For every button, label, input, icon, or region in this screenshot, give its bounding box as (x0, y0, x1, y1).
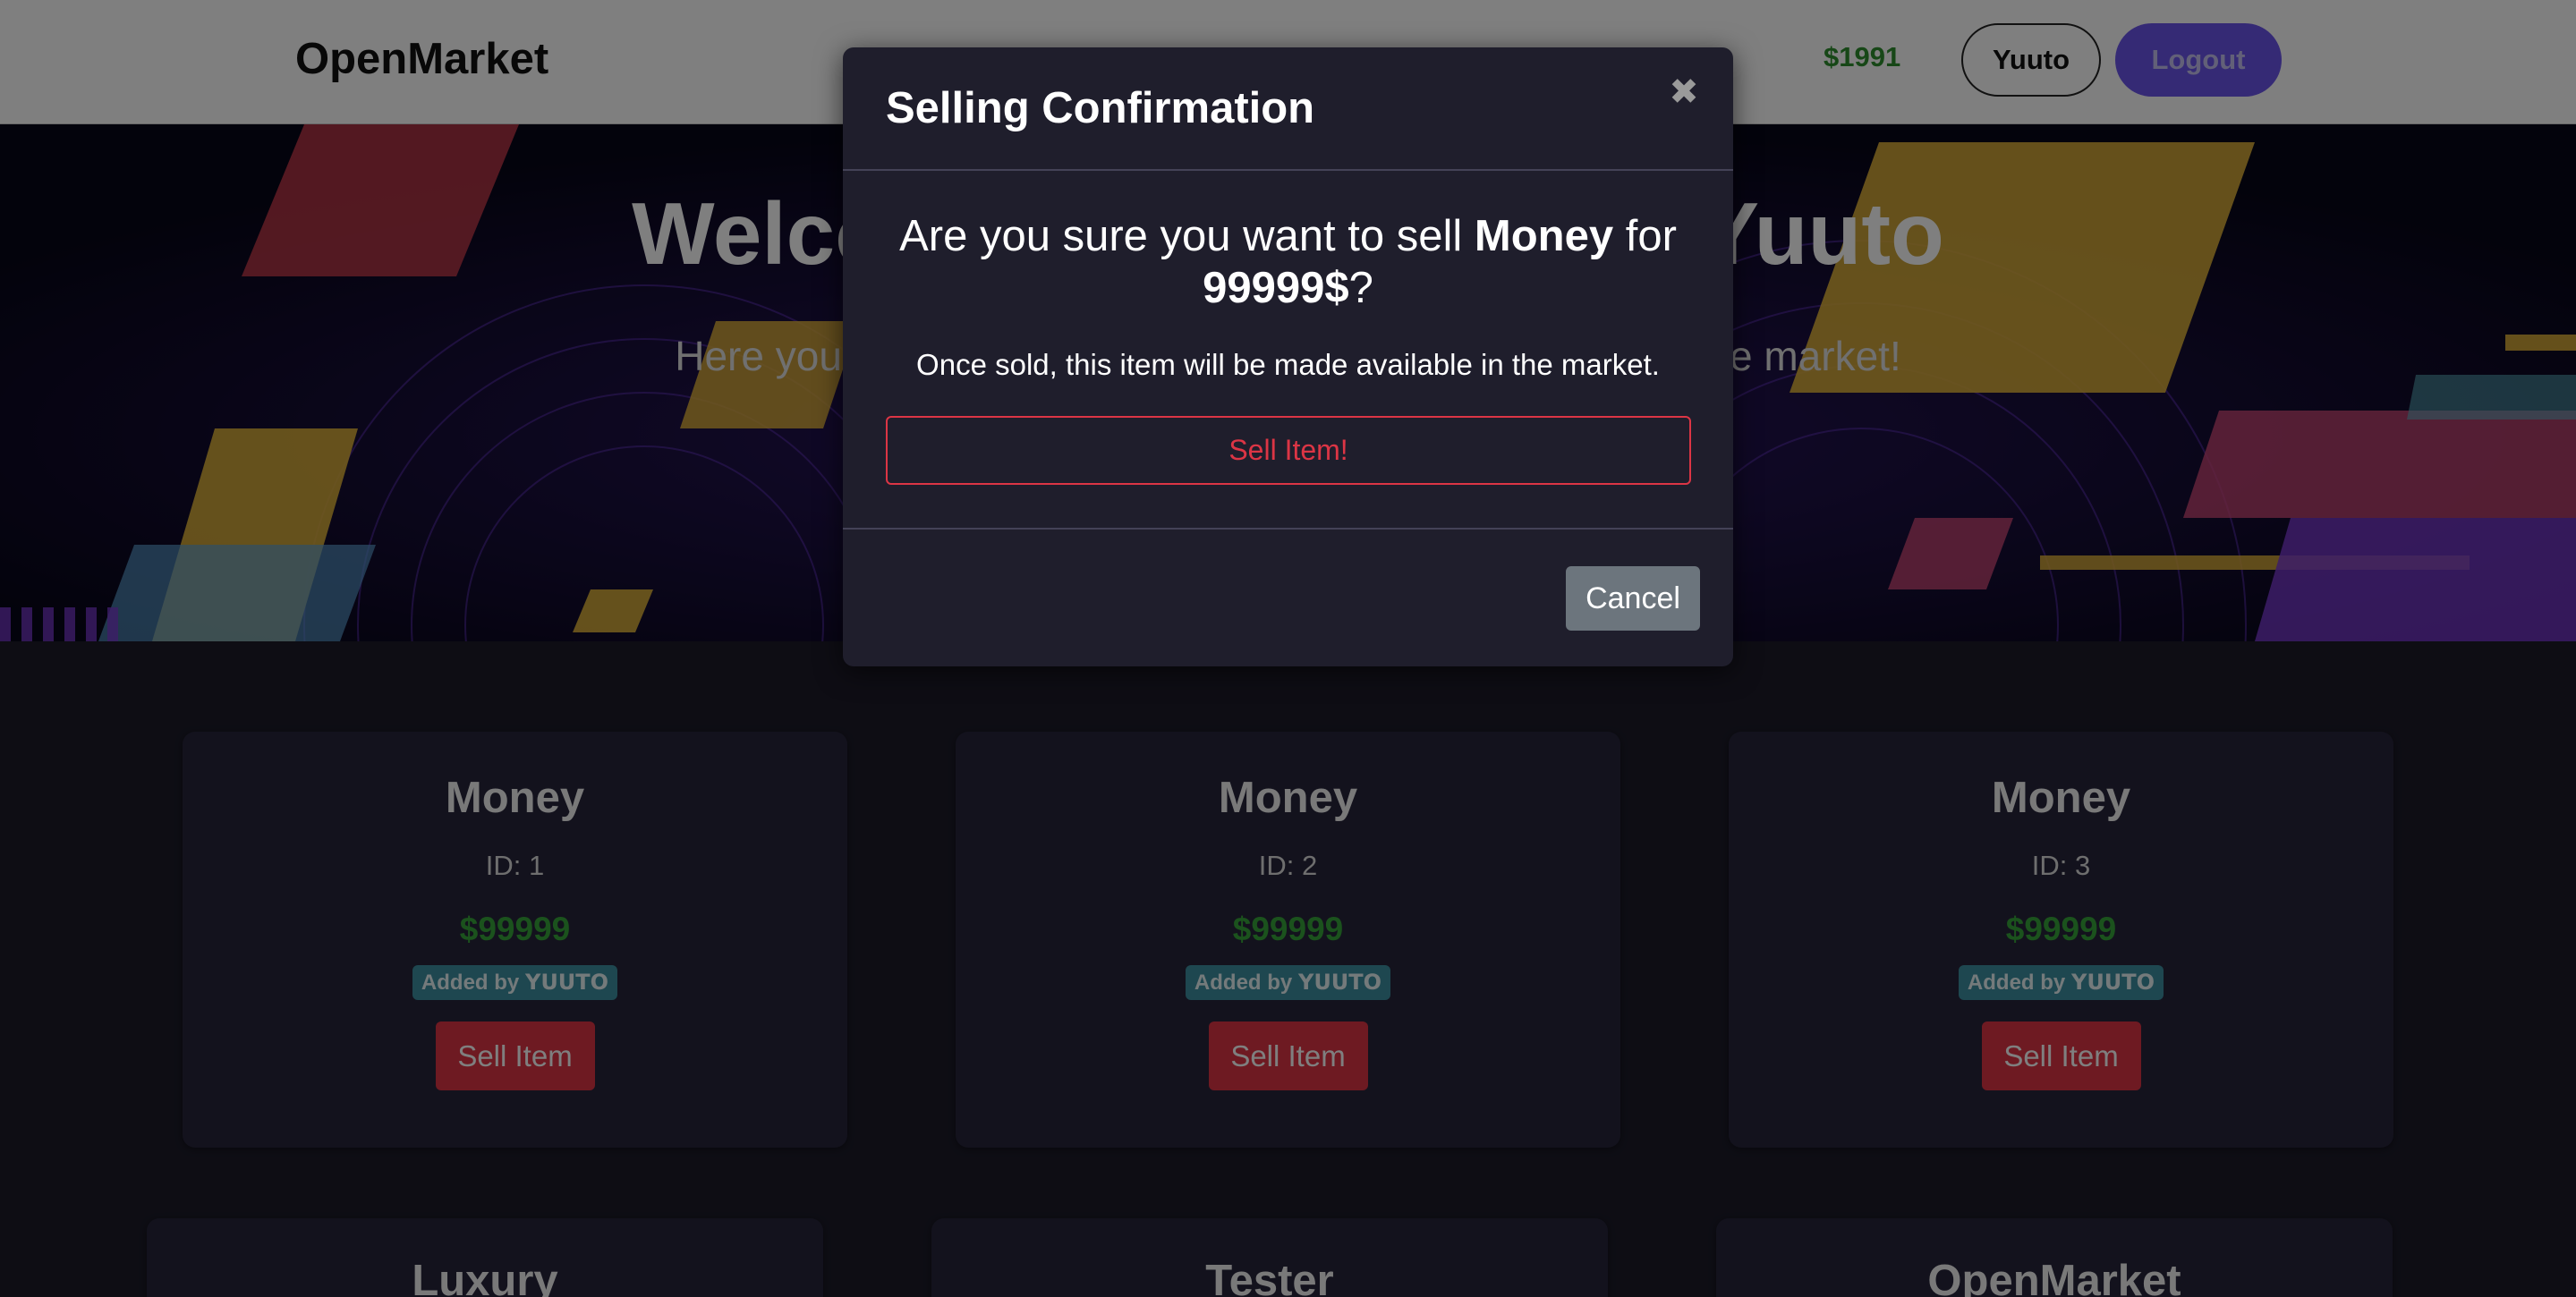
page: OpenMarket $1991 Yuuto Logout (0, 0, 2576, 1297)
confirm-sell-button[interactable]: Sell Item! (886, 416, 1691, 485)
modal-footer-divider (843, 528, 1733, 530)
selling-confirmation-modal: Selling Confirmation ✖ Are you sure you … (843, 47, 1733, 666)
cancel-button[interactable]: Cancel (1566, 566, 1700, 631)
modal-question: Are you sure you want to sell Money for 9… (899, 212, 1677, 312)
modal-title: Selling Confirmation (886, 84, 1315, 132)
close-icon[interactable]: ✖ (1666, 74, 1702, 110)
question-price: 99999$ (1203, 264, 1349, 312)
question-item-name: Money (1474, 212, 1614, 260)
modal-header-divider (843, 169, 1733, 171)
modal-note: Once sold, this item will be made availa… (916, 348, 1660, 381)
